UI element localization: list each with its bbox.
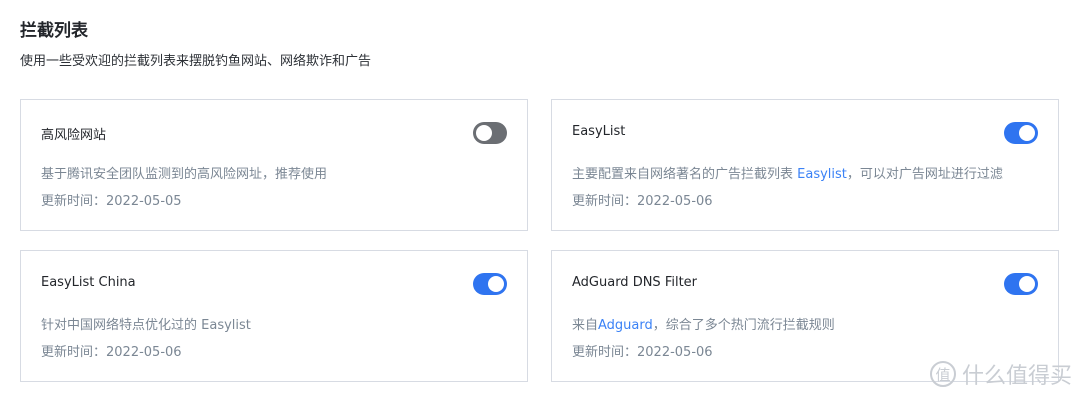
card-name: AdGuard DNS Filter <box>572 275 698 290</box>
easylist-link[interactable]: Easylist <box>797 167 847 182</box>
watermark: 值 什么值得买 <box>929 358 1072 390</box>
toggle-knob <box>476 125 492 141</box>
card-updated-time: 更新时间：2022-05-05 <box>41 194 182 209</box>
description-text: 主要配置来自网络著名的广告拦截列表 <box>572 167 798 182</box>
description-text: ，综合了多个热门流行拦截规则 <box>652 318 835 333</box>
description-text: 针对中国网络特点优化过的 Easylist <box>41 318 251 333</box>
card-description: 来自Adguard，综合了多个热门流行拦截规则 <box>572 314 835 333</box>
card-name: EasyList China <box>41 275 136 290</box>
page-title: 拦截列表 <box>20 21 88 41</box>
toggle-knob <box>1019 276 1035 292</box>
card-description: 针对中国网络特点优化过的 Easylist <box>41 314 251 333</box>
blocklist-card-high-risk: 高风险网站 基于腾讯安全团队监测到的高风险网址，推荐使用 更新时间：2022-0… <box>20 99 528 231</box>
card-description: 基于腾讯安全团队监测到的高风险网址，推荐使用 <box>41 163 327 182</box>
card-name: 高风险网站 <box>41 128 107 143</box>
adguard-link[interactable]: Adguard <box>598 318 653 333</box>
toggle-knob <box>1019 125 1035 141</box>
adguard-toggle[interactable] <box>1004 273 1038 295</box>
page-subtitle: 使用一些受欢迎的拦截列表来摆脱钓鱼网站、网络欺诈和广告 <box>20 54 372 69</box>
card-description: 主要配置来自网络著名的广告拦截列表 Easylist，可以对广告网址进行过滤 <box>572 163 1003 182</box>
card-name: EasyList <box>572 124 626 139</box>
high-risk-toggle[interactable] <box>473 122 507 144</box>
card-updated-time: 更新时间：2022-05-06 <box>572 194 713 209</box>
blocklist-page: 拦截列表 使用一些受欢迎的拦截列表来摆脱钓鱼网站、网络欺诈和广告 高风险网站 基… <box>0 0 1080 400</box>
watermark-logo-icon: 值 <box>929 361 956 387</box>
description-text: 基于腾讯安全团队监测到的高风险网址，推荐使用 <box>41 167 328 182</box>
easylist-china-toggle[interactable] <box>473 273 507 295</box>
toggle-knob <box>488 276 504 292</box>
watermark-text: 什么值得买 <box>961 364 1072 389</box>
card-updated-time: 更新时间：2022-05-06 <box>572 345 713 360</box>
easylist-toggle[interactable] <box>1004 122 1038 144</box>
blocklist-card-easylist: EasyList 主要配置来自网络著名的广告拦截列表 Easylist，可以对广… <box>551 99 1059 231</box>
blocklist-card-easylist-china: EasyList China 针对中国网络特点优化过的 Easylist 更新时… <box>20 250 528 382</box>
card-updated-time: 更新时间：2022-05-06 <box>41 345 182 360</box>
description-text: 来自 <box>572 318 599 333</box>
description-text: ，可以对广告网址进行过滤 <box>846 167 1003 182</box>
